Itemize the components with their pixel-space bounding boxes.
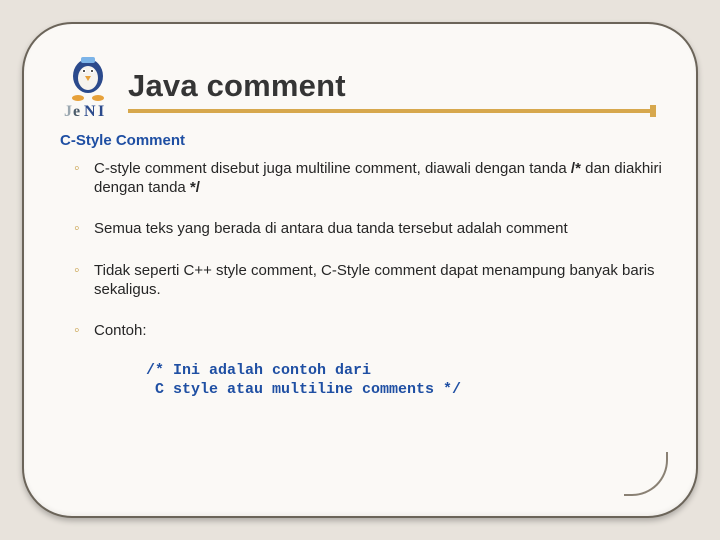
bullet-text: Semua teks yang berada di antara dua tan… [94,220,568,237]
slide-title: Java comment [128,68,662,104]
slide-frame: J e N I Java comment C-Style Comment C-s… [22,22,698,518]
bullet-item: Semua teks yang berada di antara dua tan… [80,219,662,238]
bullet-text-pre: C-style comment disebut juga multiline c… [94,160,571,177]
corner-ornament [624,452,668,496]
bullet-list: C-style comment disebut juga multiline c… [58,159,662,340]
slide-subtitle: C-Style Comment [60,132,662,149]
bullet-item: Contoh: [80,321,662,340]
svg-text:I: I [98,103,104,120]
svg-text:J: J [64,103,72,120]
title-wrap: Java comment [128,54,662,113]
bullet-bold-2: */ [190,179,200,196]
header-row: J e N I Java comment [58,54,662,122]
bullet-bold-1: /* [571,160,581,177]
bullet-text: Contoh: [94,322,147,339]
code-example: /* Ini adalah contoh dari C style atau m… [146,362,662,400]
bullet-item: C-style comment disebut juga multiline c… [80,159,662,197]
jeni-logo: J e N I [58,54,116,122]
title-underline [128,109,654,113]
bullet-item: Tidak seperti C++ style comment, C-Style… [80,261,662,299]
svg-text:e: e [73,103,80,120]
svg-text:N: N [84,103,96,120]
jeni-logo-svg: J e N I [58,54,116,122]
bullet-text: Tidak seperti C++ style comment, C-Style… [94,262,655,298]
